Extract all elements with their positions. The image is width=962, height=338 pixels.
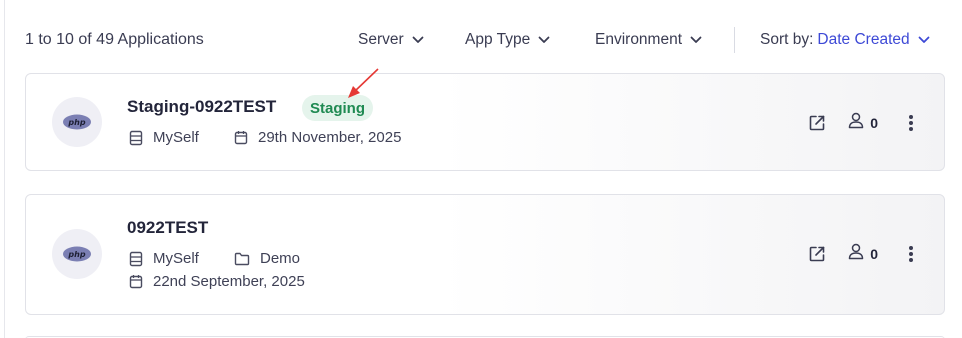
- server-name: MySelf: [153, 129, 199, 146]
- server-icon: [129, 251, 143, 267]
- calendar-icon: [129, 274, 143, 289]
- results-count: 1 to 10 of 49 Applications: [25, 31, 204, 48]
- sort-dropdown[interactable]: Sort by: Date Created: [760, 31, 930, 49]
- toolbar-divider: [734, 27, 735, 53]
- chevron-down-icon: [538, 36, 550, 44]
- environment-filter-dropdown[interactable]: Environment: [595, 31, 702, 49]
- created-date-meta: 22nd September, 2025: [129, 273, 305, 290]
- open-external-icon[interactable]: [808, 114, 826, 132]
- folder-icon: [234, 252, 250, 266]
- server-filter-label: Server: [358, 31, 404, 48]
- server-meta: MySelf: [129, 129, 199, 146]
- card-actions: 0: [808, 112, 914, 134]
- server-name: MySelf: [153, 250, 199, 267]
- chevron-down-icon: [918, 36, 930, 44]
- php-logo-icon: php: [52, 229, 102, 279]
- open-external-icon[interactable]: [808, 245, 826, 263]
- users-count: 0: [870, 246, 878, 262]
- app-name[interactable]: Staging-0922TEST: [127, 97, 276, 117]
- app-name[interactable]: 0922TEST: [127, 218, 208, 238]
- application-card[interactable]: php Staging-0922TEST Staging MySelf 29th…: [25, 68, 945, 171]
- environment-filter-label: Environment: [595, 31, 683, 48]
- chevron-down-icon: [412, 36, 424, 44]
- app-type-filter-dropdown[interactable]: App Type: [465, 31, 550, 49]
- card-actions: 0: [808, 243, 914, 265]
- user-icon: [848, 112, 864, 134]
- application-card[interactable]: php 0922TEST MySelf Demo 22nd September,…: [25, 194, 945, 315]
- php-logo-text: php: [67, 250, 85, 259]
- more-options-icon[interactable]: [908, 245, 914, 263]
- user-icon: [848, 243, 864, 265]
- php-logo-text: php: [67, 118, 85, 127]
- users-count: 0: [870, 115, 878, 131]
- annotation-arrow-icon: [348, 68, 379, 98]
- server-icon: [129, 130, 143, 146]
- php-logo-icon: php: [52, 97, 102, 147]
- calendar-icon: [234, 130, 248, 145]
- folder-meta: Demo: [234, 250, 300, 267]
- more-options-icon[interactable]: [908, 114, 914, 132]
- server-filter-dropdown[interactable]: Server: [358, 31, 424, 49]
- list-toolbar: 1 to 10 of 49 Applications Server App Ty…: [0, 0, 962, 80]
- server-meta: MySelf: [129, 250, 199, 267]
- app-type-filter-label: App Type: [465, 31, 531, 48]
- sort-value: Date Created: [817, 31, 910, 48]
- created-date: 29th November, 2025: [258, 129, 402, 146]
- app-users-button[interactable]: 0: [848, 112, 878, 134]
- folder-name: Demo: [260, 250, 301, 267]
- created-date: 22nd September, 2025: [153, 273, 305, 290]
- created-date-meta: 29th November, 2025: [234, 129, 401, 146]
- app-users-button[interactable]: 0: [848, 243, 878, 265]
- chevron-down-icon: [690, 36, 702, 44]
- sort-prefix: Sort by:: [760, 31, 814, 48]
